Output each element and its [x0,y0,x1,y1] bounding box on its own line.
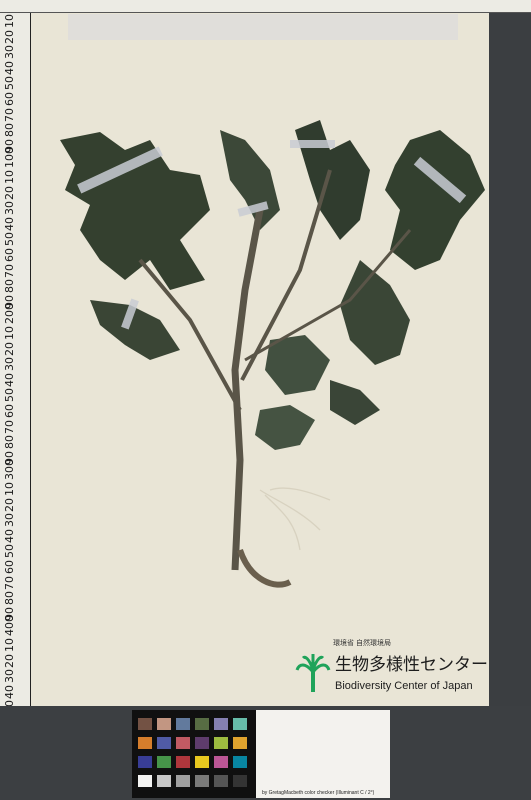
color-swatch [176,756,190,768]
right-border [489,0,531,800]
ruler-label: 80 [3,279,16,294]
horizontal-ruler [0,0,531,13]
ruler-label: 80 [3,435,16,450]
ruler-label: 70 [3,107,16,122]
ruler-label: 40 [3,372,16,387]
color-swatch [157,775,171,787]
ruler-label: 60 [3,404,16,418]
top-clip-bar [68,14,458,40]
color-swatch [233,737,247,749]
ruler-label: 60 [3,248,16,262]
color-swatch [214,718,228,730]
color-swatch [176,775,190,787]
ruler-label: 80 [3,123,16,138]
color-swatch [157,756,171,768]
ruler-label: 70 [3,419,16,434]
ruler-label: 20 [3,185,16,200]
ruler-label: 70 [3,263,16,278]
color-swatch [233,775,247,787]
color-swatch [195,775,209,787]
ruler-label: 10 [3,14,16,28]
ruler-label: 100 [3,147,16,169]
color-swatch [195,718,209,730]
color-swatch [233,756,247,768]
color-swatch [214,737,228,749]
ruler-label: 40 [3,60,16,75]
color-swatch [195,756,209,768]
ruler-label: 30 [3,201,16,216]
color-swatch [176,718,190,730]
ruler-label: 60 [3,560,16,574]
logo-main-text: 生物多様性センター [335,655,488,675]
logo-small-text: 環境省 自然環境局 [333,640,391,647]
ruler-label: 30 [3,513,16,528]
color-swatch [195,737,209,749]
ruler-label: 10 [3,170,16,184]
ruler-label: 30 [3,45,16,60]
ruler-label: 20 [3,653,16,668]
color-swatch [214,756,228,768]
ruler-label: 40 [3,528,16,543]
institution-logo: 環境省 自然環境局 生物多様性センター Biodiversity Center … [293,638,489,700]
ruler-label: 400 [3,615,16,637]
ruler-label: 50 [3,232,16,247]
color-card-caption: by GretagMacbeth color checker (Illumina… [262,790,375,796]
ruler-label: 200 [3,303,16,325]
ruler-label: 10 [3,482,16,496]
ruler-label: 20 [3,29,16,44]
plant-specimen [60,120,485,588]
ruler-label: 60 [3,92,16,106]
ruler-label: 300 [3,459,16,481]
ruler-label: 80 [3,591,16,606]
color-swatch [138,775,152,787]
ruler-label: 50 [3,76,16,91]
ruler-label: 30 [3,669,16,684]
color-values-table [256,710,390,798]
color-swatch [176,737,190,749]
logo-english-text: Biodiversity Center of Japan [335,680,473,692]
ruler-label: 50 [3,544,16,559]
ruler-label: 40 [3,216,16,231]
color-swatch [157,737,171,749]
color-swatch [157,718,171,730]
color-swatch [138,737,152,749]
color-swatch [214,775,228,787]
ruler-label: 70 [3,575,16,590]
tree-logo-icon [295,654,331,692]
vertical-ruler: 10 20 30 40 50 60 70 80 90 100 10 20 30 40 50 60 70 80 90 2… [0,0,31,800]
ruler-label: 20 [3,341,16,356]
color-swatch [233,718,247,730]
color-swatch [138,718,152,730]
ruler-label: 40 [3,684,16,699]
ruler-label: 30 [3,357,16,372]
color-swatch [138,756,152,768]
ruler-label: 10 [3,638,16,652]
ruler-label: 20 [3,497,16,512]
ruler-label: 10 [3,326,16,340]
ruler-label: 50 [3,388,16,403]
